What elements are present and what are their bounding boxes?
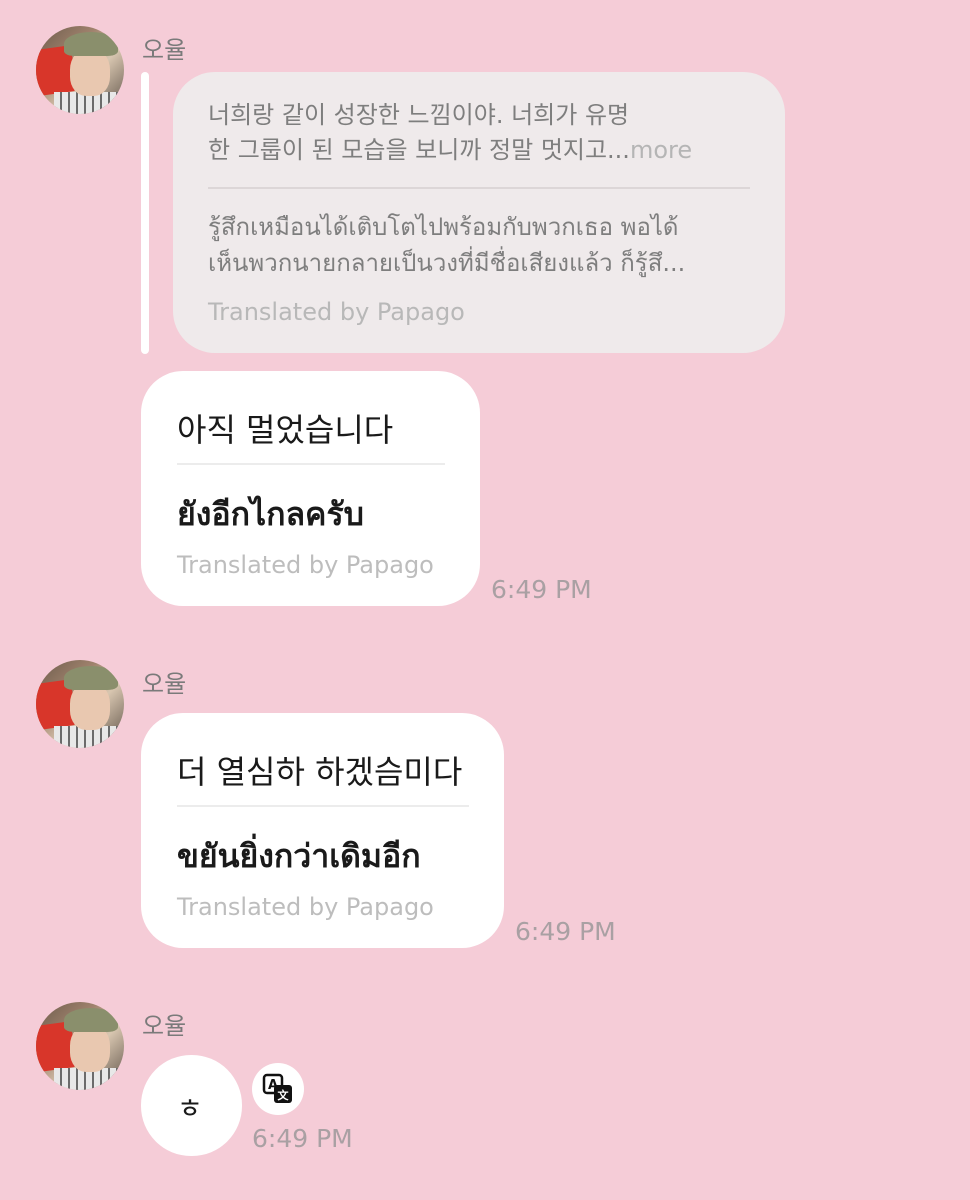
quote-bar xyxy=(141,72,149,354)
message-bubble[interactable]: 아직 멀었습니다 ยังอีกไกลครับ Translated by Pap… xyxy=(141,371,480,606)
message-bubble[interactable]: ㅎ xyxy=(141,1055,242,1156)
quoted-korean-text: 한 그룹이 된 모습을 보니까 정말 멋지고... xyxy=(208,136,630,164)
message-text: ㅎ xyxy=(177,1092,203,1125)
translate-button[interactable]: A 文 xyxy=(252,1063,304,1115)
message-time: 6:49 PM xyxy=(491,575,592,604)
quoted-thai-line: เห็นพวกนายกลายเป็นวงที่มีชื่อเสียงแล้ว ก… xyxy=(208,249,686,277)
sender-name: 오율 xyxy=(142,670,187,698)
sender-name: 오율 xyxy=(142,36,187,64)
quoted-message[interactable]: 너희랑 같이 성장한 느낌이야. 너희가 유명 한 그룹이 된 모습을 보니까 … xyxy=(173,72,785,353)
message-text: 더 열심하 하겠슴미다 xyxy=(177,753,463,791)
message-text: 아직 멀었습니다 xyxy=(177,411,394,449)
quote-divider xyxy=(208,187,750,189)
translated-by-label: Translated by Papago xyxy=(177,893,434,921)
translation-text: ยังอีกไกลครับ xyxy=(177,495,364,533)
avatar-cap xyxy=(64,32,118,56)
sender-avatar[interactable] xyxy=(36,26,124,114)
translation-divider xyxy=(177,805,469,807)
sender-avatar[interactable] xyxy=(36,660,124,748)
more-link[interactable]: more xyxy=(630,136,692,164)
svg-text:文: 文 xyxy=(278,1088,290,1102)
sender-name: 오율 xyxy=(142,1012,187,1040)
sender-avatar[interactable] xyxy=(36,1002,124,1090)
translated-by-label: Translated by Papago xyxy=(208,298,465,326)
avatar-cap xyxy=(64,1008,118,1032)
quoted-korean-line: 너희랑 같이 성장한 느낌이야. 너희가 유명 xyxy=(208,101,630,129)
quoted-thai-line: รู้สึกเหมือนได้เติบโตไปพร้อมกับพวกเธอ พอ… xyxy=(208,213,679,241)
message-time: 6:49 PM xyxy=(515,917,616,946)
translated-by-label: Translated by Papago xyxy=(177,551,434,579)
translation-text: ขยันยิ่งกว่าเดิมอีก xyxy=(177,837,421,875)
translate-icon: A 文 xyxy=(262,1073,292,1103)
translation-divider xyxy=(177,463,445,465)
quoted-korean-line: 한 그룹이 된 모습을 보니까 정말 멋지고...more xyxy=(208,135,692,165)
message-bubble[interactable]: 더 열심하 하겠슴미다 ขยันยิ่งกว่าเดิมอีก Translat… xyxy=(141,713,504,948)
avatar-cap xyxy=(64,666,118,690)
message-time: 6:49 PM xyxy=(252,1124,353,1153)
